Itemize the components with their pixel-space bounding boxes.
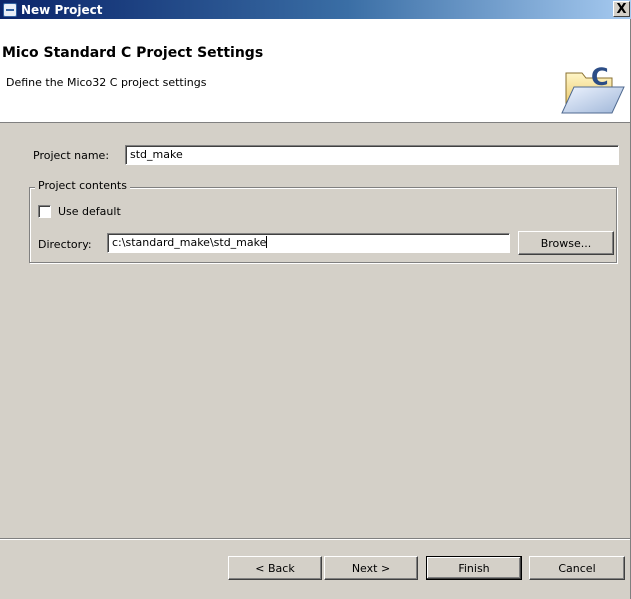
footer-separator [0,538,630,540]
browse-button[interactable]: Browse... [518,231,614,255]
page-title: Mico Standard C Project Settings [2,45,264,61]
close-button[interactable]: X [613,1,630,17]
directory-value: c:\standard_make\std_make [112,236,267,249]
cancel-button[interactable]: Cancel [529,556,625,580]
folder-c-icon: C [561,63,625,114]
page-description: Define the Mico32 C project settings [6,76,207,89]
directory-label: Directory: [38,238,92,251]
directory-input[interactable]: c:\standard_make\std_make [107,233,510,253]
finish-button[interactable]: Finish [426,556,522,580]
next-button[interactable]: Next > [324,556,418,580]
folder-letter: C [591,63,609,91]
project-name-input[interactable]: std_make [125,145,619,165]
window-title: New Project [21,2,103,17]
new-project-dialog: New Project X Mico Standard C Project Se… [0,0,631,599]
project-name-label: Project name: [33,149,110,162]
use-default-checkbox[interactable] [38,205,51,218]
eclipse-app-icon [3,2,17,17]
title-bar[interactable]: New Project X [0,0,631,19]
wizard-header: Mico Standard C Project Settings Define … [0,19,630,123]
text-caret [266,236,268,248]
project-contents-legend: Project contents [35,179,130,192]
use-default-label[interactable]: Use default [58,205,121,218]
back-button[interactable]: < Back [228,556,322,580]
